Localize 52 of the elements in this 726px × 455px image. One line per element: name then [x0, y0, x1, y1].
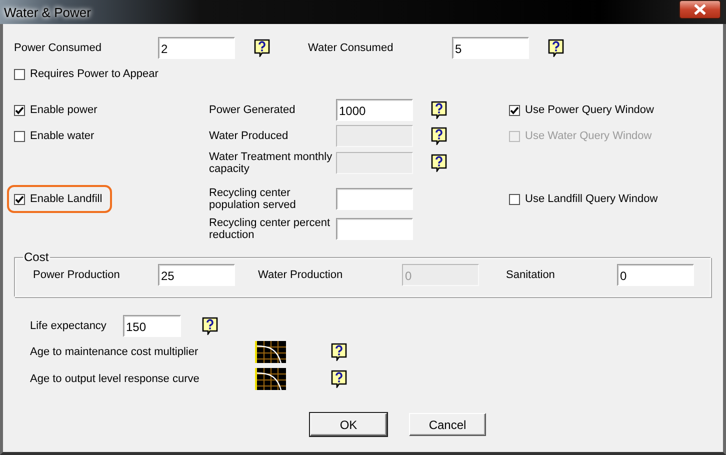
- curve-graph-icon: [255, 341, 286, 363]
- input-field[interactable]: 2: [158, 37, 235, 59]
- dialog-button[interactable]: Cancel: [409, 413, 486, 436]
- input-field[interactable]: 150: [123, 315, 181, 337]
- checkbox-label[interactable]: Use Power Query Window: [525, 104, 654, 116]
- field-label: Age to output level response curve: [30, 373, 200, 385]
- help-icon[interactable]: [331, 343, 347, 361]
- field-label: Sanitation: [506, 269, 556, 281]
- field-label: Water Treatment monthly capacity: [209, 151, 334, 175]
- help-icon[interactable]: [431, 101, 447, 119]
- close-button[interactable]: [679, 0, 721, 19]
- check-icon: [510, 106, 519, 114]
- field-label: Power Production: [33, 269, 121, 281]
- input-field[interactable]: [336, 188, 413, 210]
- check-icon: [15, 194, 24, 204]
- field-label: Power Generated: [209, 104, 296, 116]
- checkbox-label[interactable]: Enable water: [30, 130, 94, 142]
- curve-graph-icon: [255, 368, 286, 390]
- input-field[interactable]: 25: [158, 264, 235, 286]
- input-field[interactable]: 5: [452, 37, 529, 59]
- field-label: Recycling center percent reduction: [209, 217, 332, 241]
- checkbox[interactable]: [14, 68, 25, 80]
- dialog-button[interactable]: OK: [310, 413, 387, 436]
- help-icon[interactable]: [431, 127, 447, 145]
- field-label: Age to maintenance cost multiplier: [30, 346, 200, 358]
- help-icon[interactable]: [431, 154, 447, 172]
- close-icon: [693, 4, 707, 15]
- help-icon[interactable]: [548, 39, 564, 57]
- checkbox-label[interactable]: Enable Landfill: [30, 193, 102, 205]
- field-label: Water Produced: [209, 130, 290, 142]
- input-field[interactable]: 1000: [336, 99, 413, 121]
- checkbox-label[interactable]: Use Landfill Query Window: [525, 193, 658, 205]
- group-title: Cost: [23, 250, 50, 264]
- input-field[interactable]: 0: [617, 264, 694, 286]
- checkbox[interactable]: [509, 104, 520, 116]
- help-icon[interactable]: [202, 317, 218, 335]
- field-label: Water Production: [258, 269, 344, 281]
- help-icon[interactable]: [331, 370, 347, 388]
- field-label: Life expectancy: [30, 320, 108, 332]
- field-label: Water Consumed: [308, 42, 394, 54]
- checkbox[interactable]: [14, 104, 25, 116]
- window-title: Water & Power: [4, 4, 91, 20]
- input-field[interactable]: [336, 218, 413, 240]
- checkbox[interactable]: [509, 194, 520, 204]
- field-label: Power Consumed: [14, 42, 102, 54]
- help-icon[interactable]: [254, 39, 270, 57]
- checkbox[interactable]: [14, 130, 25, 142]
- checkbox-label[interactable]: Enable power: [30, 104, 98, 116]
- checkbox-label[interactable]: Requires Power to Appear: [30, 68, 158, 80]
- check-icon: [15, 106, 24, 114]
- field-label: Recycling center population served: [209, 187, 297, 211]
- checkbox[interactable]: [14, 194, 25, 204]
